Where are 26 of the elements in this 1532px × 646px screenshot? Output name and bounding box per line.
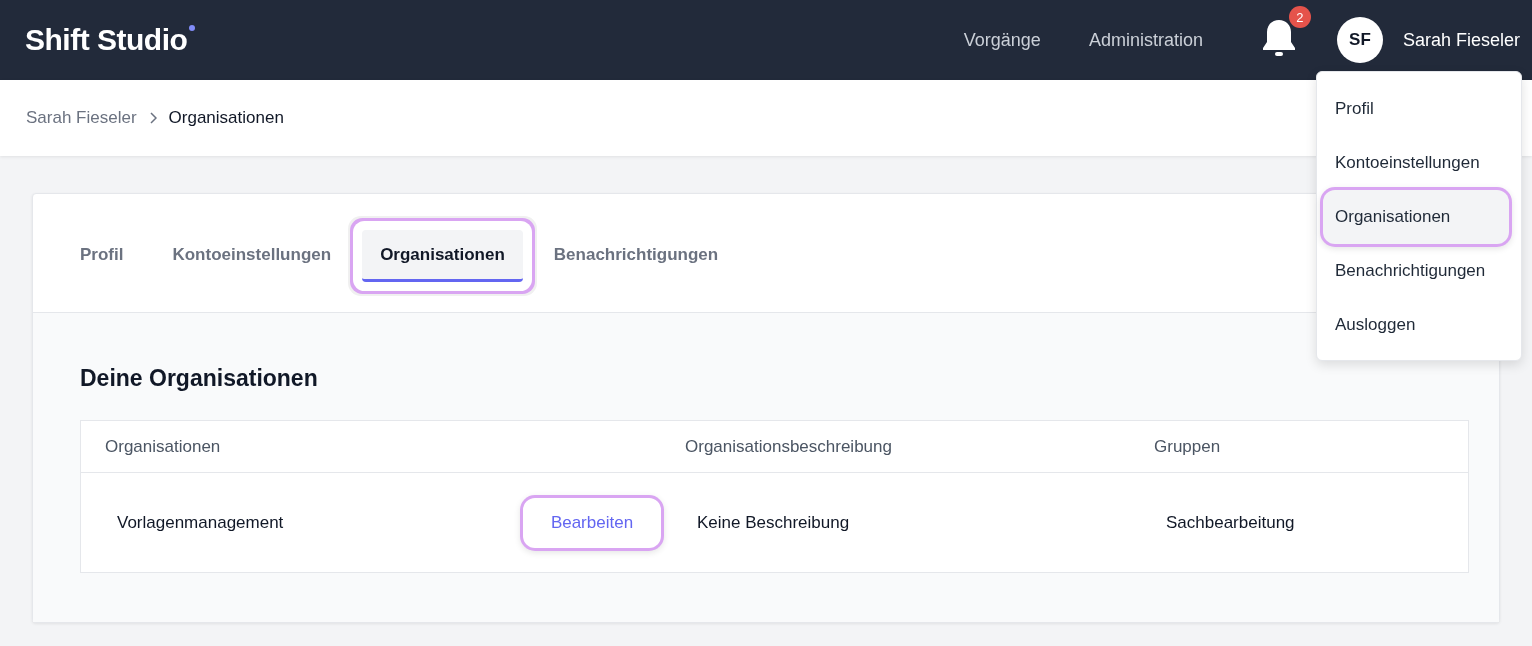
breadcrumb-current: Organisationen xyxy=(168,108,284,128)
menu-item[interactable]: Kontoeinstellungen xyxy=(1329,136,1509,190)
menu-item[interactable]: Ausloggen xyxy=(1329,298,1509,352)
user-name[interactable]: Sarah Fieseler xyxy=(1402,29,1520,51)
tab[interactable]: Benachrichtigungen xyxy=(535,230,737,282)
chevron-icon xyxy=(148,112,157,124)
menu-item[interactable]: Organisationen xyxy=(1323,190,1509,244)
table-cell: Sachbearbeitung xyxy=(1166,512,1295,532)
logo-text: Shift Studio xyxy=(25,23,188,57)
column-header: Organisationen xyxy=(104,436,222,457)
breadcrumb-link[interactable]: Sarah Fieseler xyxy=(26,108,137,128)
edit-button[interactable]: Bearbeiten xyxy=(523,497,661,548)
menu-item[interactable]: Benachrichtigungen xyxy=(1329,244,1509,298)
table-cell: Keine Beschreibung xyxy=(697,512,850,532)
nav-link[interactable]: Administration xyxy=(1088,29,1203,51)
column-header: Organisationsbeschreibung xyxy=(684,436,893,457)
tab[interactable]: Kontoeinstellungen xyxy=(154,230,350,282)
section-title: Deine Organisationen xyxy=(80,365,319,392)
tab[interactable]: Profil xyxy=(62,230,142,282)
menu-item[interactable]: Profil xyxy=(1329,82,1509,136)
nav-link[interactable]: Vorgänge xyxy=(963,29,1041,51)
table-cell: Vorlagenmanagement xyxy=(117,512,284,533)
column-header: Gruppen xyxy=(1153,436,1222,457)
notification-badge: 2 xyxy=(1288,6,1311,28)
dot-icon xyxy=(189,25,196,31)
user-avatar[interactable]: SF xyxy=(1336,17,1383,63)
